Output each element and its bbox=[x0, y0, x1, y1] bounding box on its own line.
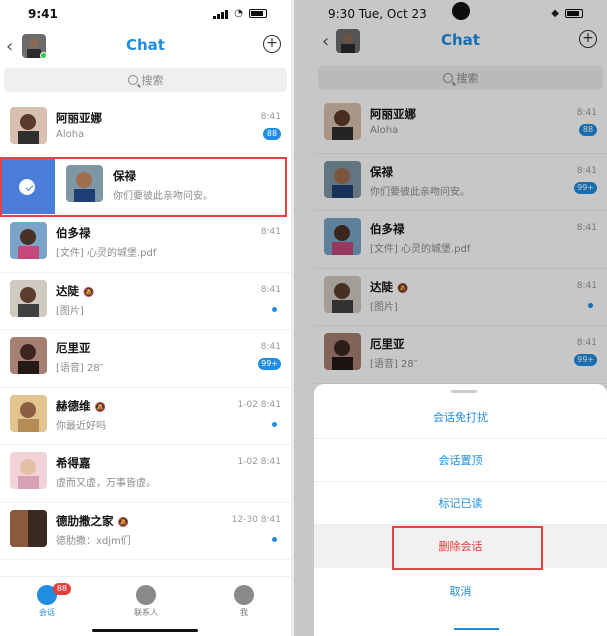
home-indicator bbox=[92, 629, 198, 632]
avatar bbox=[10, 279, 47, 317]
action-sheet-screen: 9:30 Tue, Oct 23 ◆ ‹ Chat + 搜索 阿丽亚娜 Aloh… bbox=[294, 0, 607, 636]
home-indicator bbox=[454, 628, 499, 630]
avatar bbox=[10, 394, 47, 432]
search-placeholder: 搜索 bbox=[141, 74, 164, 87]
status-bar: 9:41 ◔ bbox=[0, 0, 291, 28]
add-icon[interactable]: + bbox=[263, 35, 281, 53]
avatar bbox=[10, 107, 47, 144]
avatar bbox=[10, 222, 47, 259]
list-item[interactable]: 阿丽亚娜 Aloha 8:41 88 bbox=[0, 100, 291, 158]
list-item[interactable]: 厄里亚 [语音] 28″ 8:41 99+ bbox=[0, 330, 291, 388]
mute-conversation-button[interactable]: 会话免打扰 bbox=[314, 396, 607, 439]
pin-conversation-button[interactable]: 会话置顶 bbox=[314, 439, 607, 482]
avatar bbox=[10, 509, 47, 547]
conversation-list: 阿丽亚娜 Aloha 8:41 88 保禄 你们要彼此亲吻问安。 伯多禄 [文件… bbox=[0, 100, 291, 560]
mute-icon: 🔕 bbox=[117, 517, 129, 528]
check-icon bbox=[19, 178, 35, 195]
unread-badge: 99+ bbox=[258, 358, 281, 370]
contacts-icon bbox=[136, 585, 156, 605]
unread-dot bbox=[272, 536, 277, 542]
mark-read-button[interactable] bbox=[0, 157, 55, 214]
cancel-button[interactable]: 取消 bbox=[314, 570, 607, 613]
mute-icon: 🔕 bbox=[94, 402, 106, 413]
list-item[interactable]: 德肋撒之家 🔕 德肋撒：xdjm们 12-30 8:41 bbox=[0, 503, 291, 560]
avatar bbox=[66, 164, 103, 202]
mark-read-button[interactable]: 标记已读 bbox=[314, 482, 607, 525]
status-time: 9:41 bbox=[28, 7, 58, 21]
profile-icon bbox=[234, 585, 254, 605]
header: ‹ Chat + bbox=[0, 30, 291, 64]
unread-badge: 88 bbox=[263, 128, 281, 140]
tab-badge: 88 bbox=[53, 583, 71, 595]
signal-icon bbox=[213, 9, 229, 19]
list-item[interactable]: 伯多禄 [文件] 心灵的城堡.pdf 8:41 bbox=[0, 215, 291, 273]
list-item[interactable]: 希得嘉 虚而又虚，万事皆虚。 1-02 8:41 bbox=[0, 445, 291, 503]
tab-me[interactable]: 我 bbox=[214, 585, 274, 618]
list-item[interactable]: 达陡 🔕 [图片] 8:41 bbox=[0, 273, 291, 330]
page-title: Chat bbox=[126, 36, 165, 54]
selection-frame bbox=[392, 526, 543, 570]
avatar bbox=[10, 337, 47, 374]
action-sheet: 会话免打扰 会话置顶 标记已读 删除会话 取消 bbox=[314, 384, 607, 636]
chat-list-screen: 9:41 ◔ ‹ Chat + 搜索 阿丽亚娜 Aloha 8:41 88 保禄… bbox=[0, 0, 291, 636]
sheet-grabber[interactable] bbox=[451, 390, 477, 393]
search-icon bbox=[127, 75, 138, 85]
mute-icon: 🔕 bbox=[83, 287, 95, 298]
wifi-icon: ◔ bbox=[234, 8, 243, 19]
battery-icon bbox=[249, 9, 267, 18]
tab-chats[interactable]: 会话 88 bbox=[17, 583, 77, 618]
tab-bar: 会话 88 联系人 我 bbox=[0, 576, 291, 636]
list-item[interactable]: 赫德维 🔕 你最近好吗 1-02 8:41 bbox=[0, 388, 291, 445]
tab-contacts[interactable]: 联系人 bbox=[116, 585, 176, 618]
search-input[interactable]: 搜索 bbox=[4, 68, 287, 92]
list-item[interactable]: 保禄 你们要彼此亲吻问安。 bbox=[0, 156, 291, 217]
avatar bbox=[10, 452, 47, 489]
unread-dot bbox=[272, 306, 277, 312]
unread-dot bbox=[272, 421, 277, 427]
